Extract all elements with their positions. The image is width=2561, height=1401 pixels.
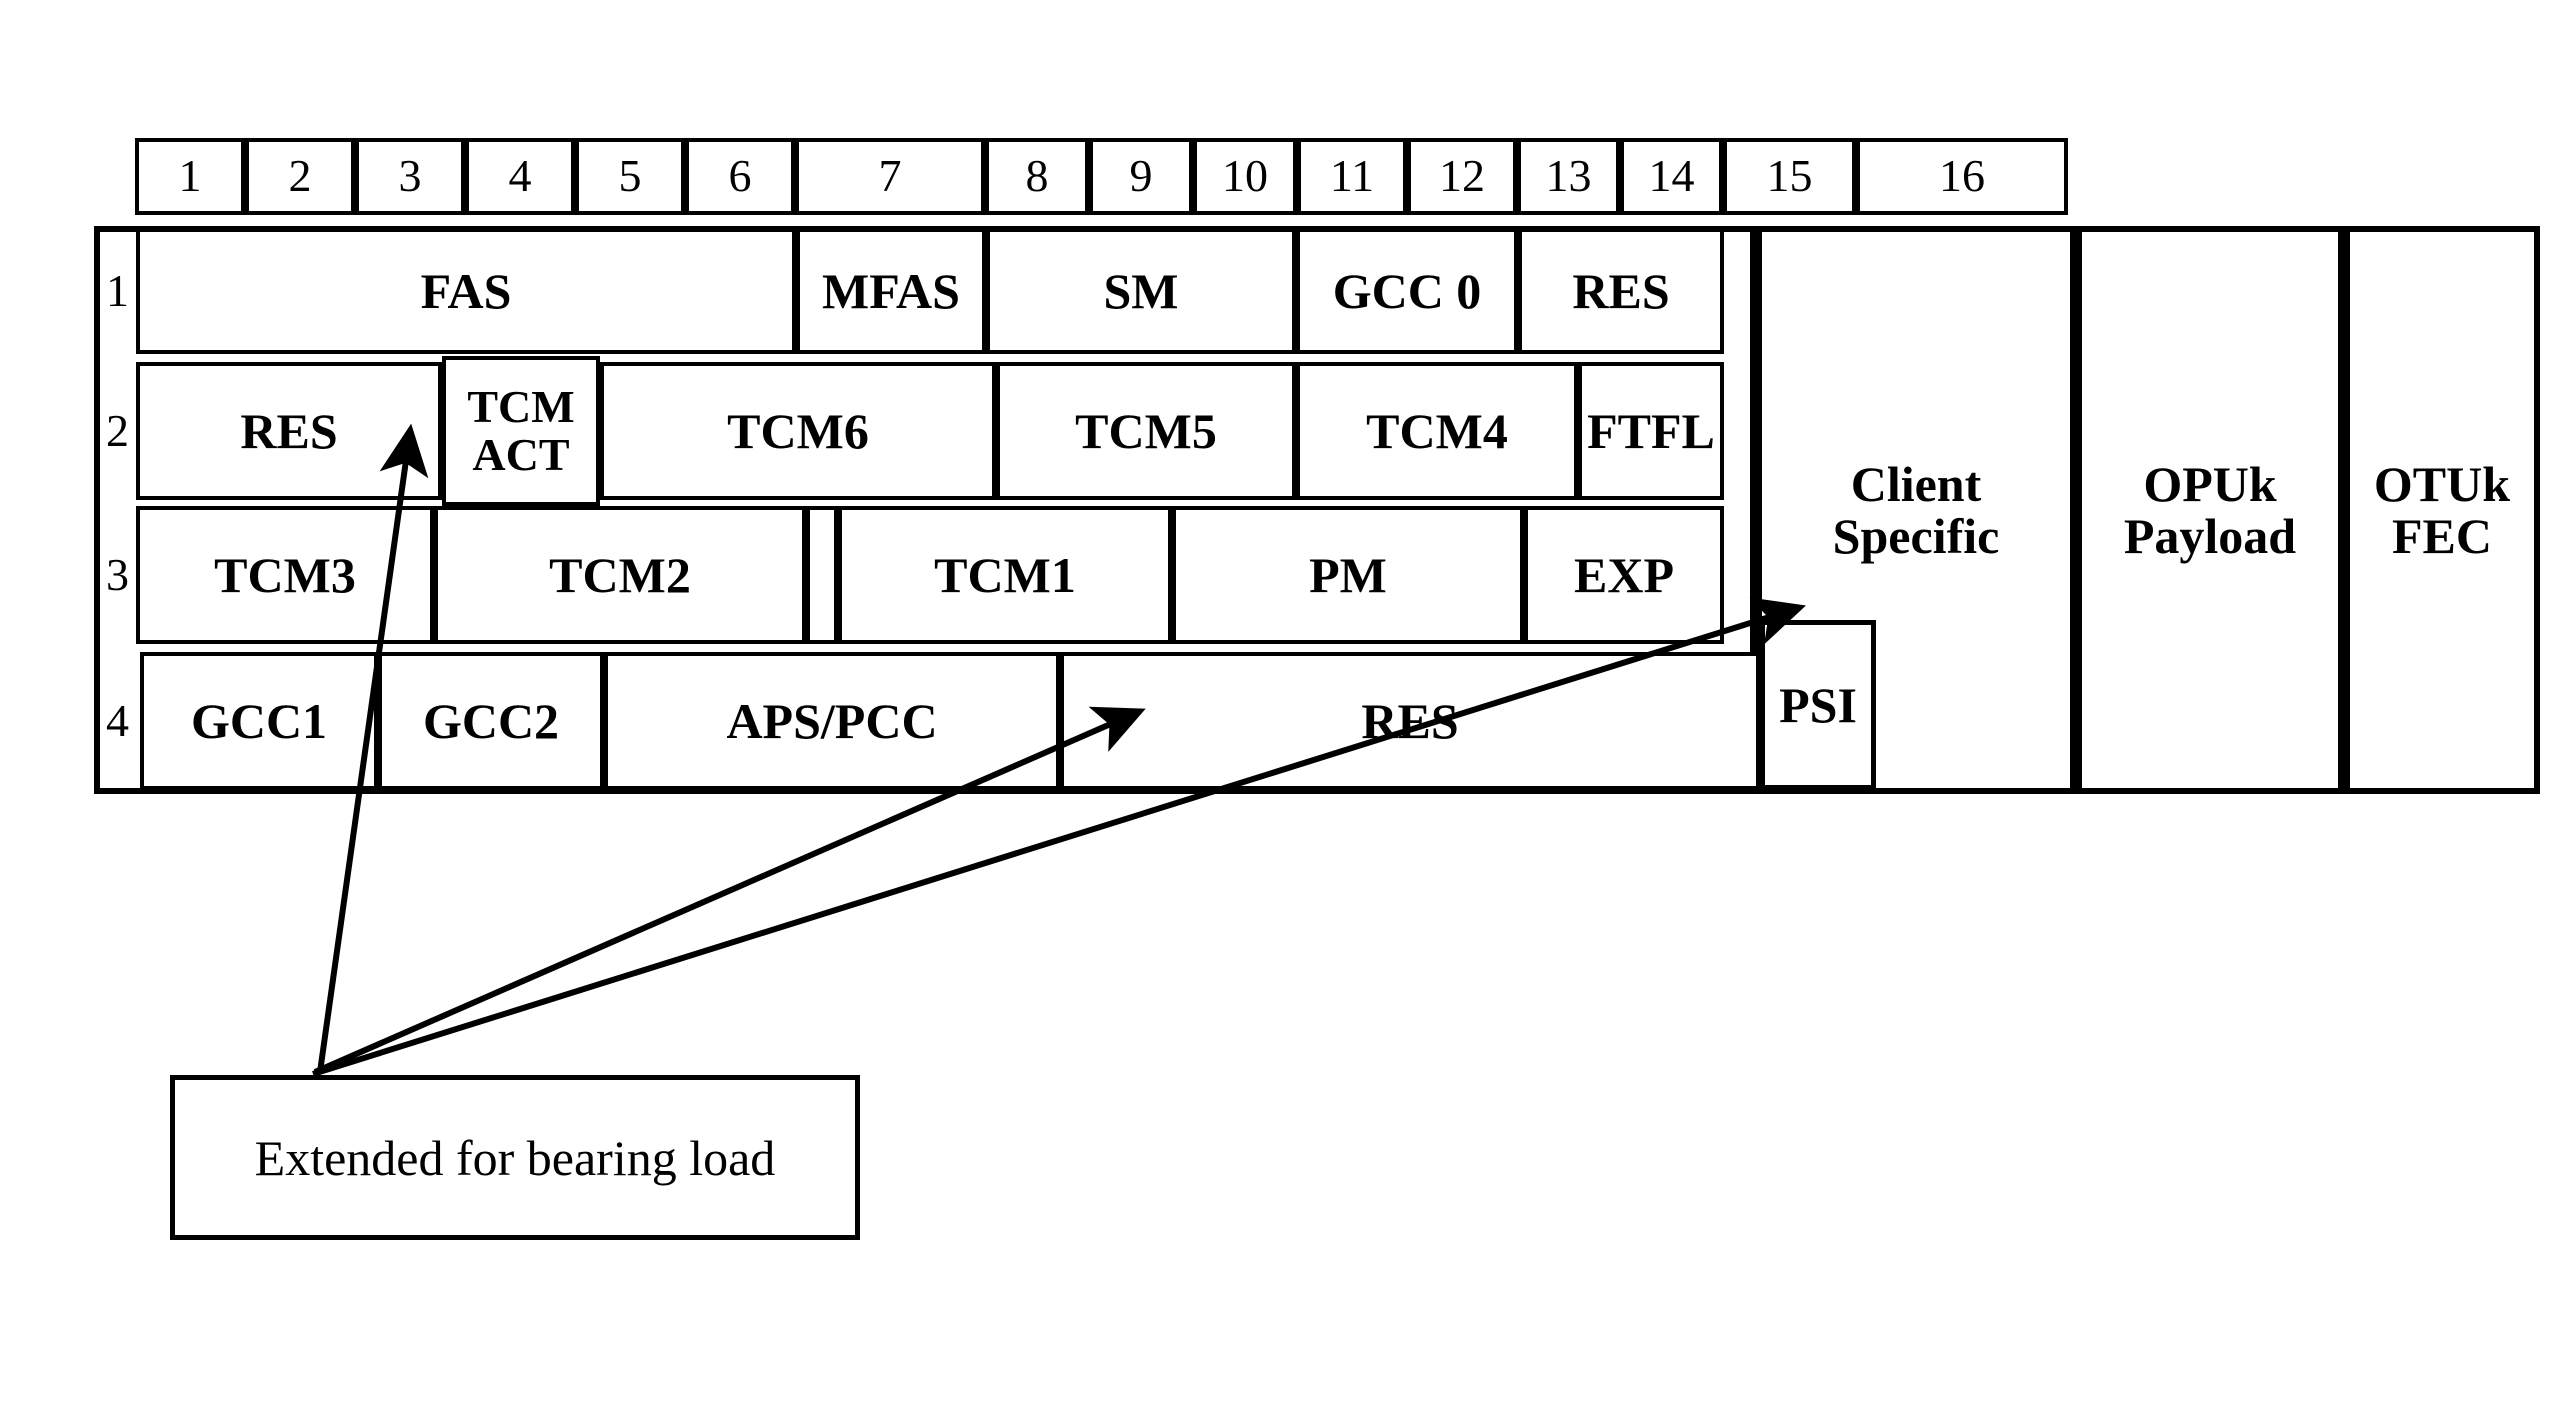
cell-exp: EXP <box>1524 506 1724 644</box>
column-header-4: 4 <box>465 138 575 215</box>
cell-gcc0: GCC 0 <box>1296 228 1518 354</box>
cell-tcm6: TCM6 <box>600 362 996 500</box>
row-label-3: 3 <box>106 548 129 600</box>
row-label-4: 4 <box>106 694 129 746</box>
cell-gcc1: GCC1 <box>140 652 378 790</box>
block-opuk-payload: OPUk Payload <box>2076 226 2344 794</box>
column-header-8: 8 <box>985 138 1089 215</box>
column-header-1: 1 <box>135 138 245 215</box>
row-label-2: 2 <box>106 404 129 456</box>
cell-psi-overlay: PSI <box>1760 620 1876 790</box>
diagram-canvas: 1 2 3 4 5 6 7 8 9 10 11 12 13 14 15 16 1… <box>0 0 2561 1401</box>
column-header-2: 2 <box>245 138 355 215</box>
cell-pm: PM <box>1172 506 1524 644</box>
cell-aps-pcc: APS/PCC <box>604 652 1060 790</box>
cell-sm: SM <box>986 228 1296 354</box>
column-header-14: 14 <box>1620 138 1723 215</box>
cell-tcm3: TCM3 <box>136 506 434 644</box>
cell-tcm5: TCM5 <box>996 362 1296 500</box>
cell-tcm-act: TCM ACT <box>442 356 600 506</box>
cell-tcm2: TCM2 <box>434 506 806 644</box>
cell-res-row4: RES <box>1060 652 1760 790</box>
column-header-16: 16 <box>1856 138 2068 215</box>
column-header-13: 13 <box>1517 138 1620 215</box>
cell-res-row1: RES <box>1518 228 1724 354</box>
column-header-11: 11 <box>1297 138 1407 215</box>
cell-gcc2: GCC2 <box>378 652 604 790</box>
block-otuk-fec: OTUk FEC <box>2344 226 2540 794</box>
cell-tcm4: TCM4 <box>1296 362 1578 500</box>
cell-fas: FAS <box>136 228 796 354</box>
row-label-1: 1 <box>106 264 129 316</box>
column-header-15: 15 <box>1723 138 1856 215</box>
cell-ftfl: FTFL <box>1578 362 1724 500</box>
column-header-10: 10 <box>1193 138 1297 215</box>
cell-res-row2: RES <box>136 362 442 500</box>
column-header-5: 5 <box>575 138 685 215</box>
column-header-6: 6 <box>685 138 795 215</box>
cell-tcm1: TCM1 <box>838 506 1172 644</box>
cell-mfas: MFAS <box>796 228 986 354</box>
column-header-12: 12 <box>1407 138 1517 215</box>
cell-spacer-row3 <box>806 506 838 644</box>
callout-extended-for-bearing-load: Extended for bearing load <box>170 1075 860 1240</box>
column-header-7: 7 <box>795 138 985 215</box>
column-header-9: 9 <box>1089 138 1193 215</box>
column-header-3: 3 <box>355 138 465 215</box>
